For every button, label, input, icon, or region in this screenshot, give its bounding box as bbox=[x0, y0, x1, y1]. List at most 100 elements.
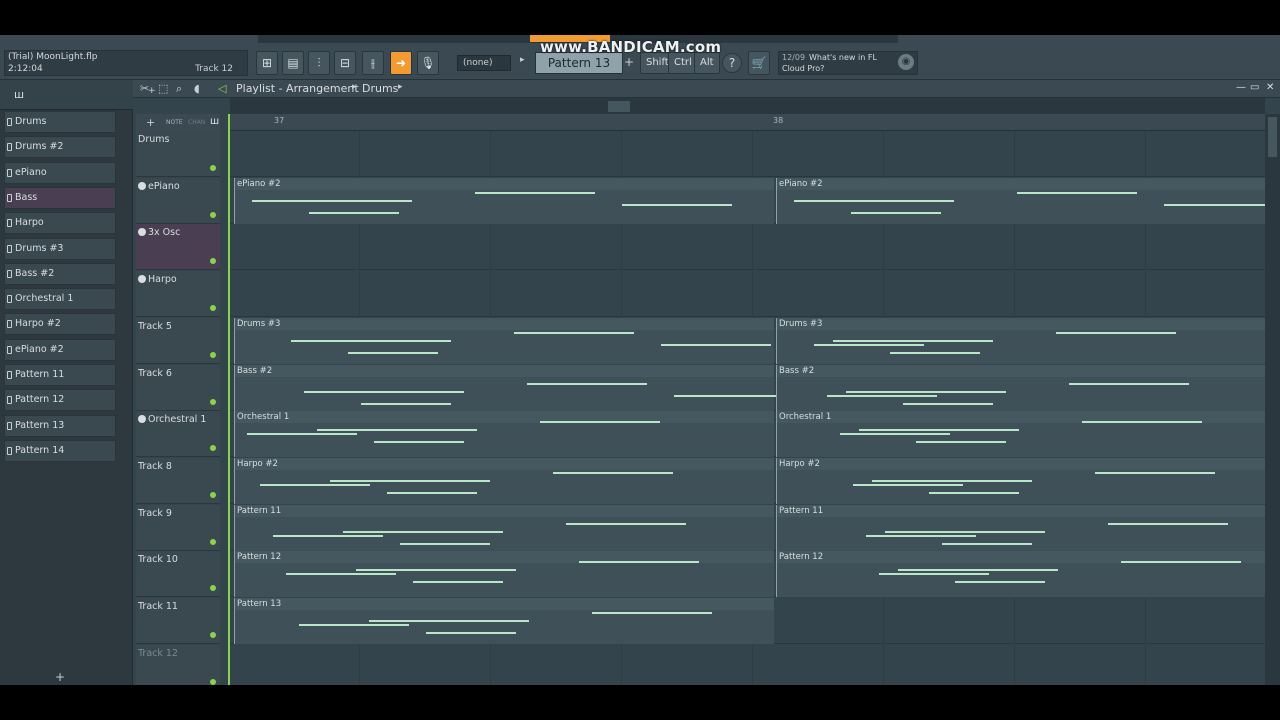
track-lane[interactable]: Pattern 12 Pattern 12 bbox=[228, 551, 1265, 598]
browser-item[interactable]: ePiano #2 bbox=[4, 338, 116, 361]
pattern-clip[interactable]: Harpo #2 bbox=[776, 457, 1265, 504]
track-active-led[interactable] bbox=[210, 211, 216, 218]
vertical-scroll-thumb[interactable] bbox=[1268, 117, 1277, 157]
mixer-button[interactable]: ⊟ bbox=[334, 51, 356, 75]
piano-icon[interactable]: ш bbox=[14, 88, 24, 101]
browser-item[interactable]: Bass #2 bbox=[4, 262, 116, 285]
pattern-none-select[interactable]: (none) bbox=[457, 55, 511, 71]
browser-item[interactable]: Harpo #2 bbox=[4, 313, 116, 336]
globe-icon[interactable]: ◉ bbox=[898, 54, 914, 70]
track-active-led[interactable] bbox=[210, 305, 216, 312]
browser-item[interactable]: Orchestral 1 bbox=[4, 288, 116, 311]
mic-button[interactable]: 🎙 bbox=[417, 51, 439, 75]
browser-item[interactable]: Drums #2 bbox=[4, 136, 116, 159]
track-header[interactable]: Track 12 bbox=[136, 644, 220, 685]
track-header[interactable]: Track 5 bbox=[136, 317, 220, 364]
minimize-icon[interactable]: — bbox=[1236, 82, 1246, 93]
track-header[interactable]: Track 8 bbox=[136, 457, 220, 504]
track-header[interactable]: Harpo bbox=[136, 271, 220, 318]
track-header[interactable]: Track 10 bbox=[136, 551, 220, 598]
zoom-icon[interactable]: ⌕ bbox=[176, 82, 182, 96]
track-active-led[interactable] bbox=[210, 165, 216, 171]
track-header[interactable]: Orchestral 1 bbox=[136, 411, 220, 458]
track-active-led[interactable] bbox=[210, 258, 216, 265]
browser-item[interactable]: Pattern 13 bbox=[4, 414, 116, 437]
pattern-clip[interactable]: ePiano #2 bbox=[776, 177, 1274, 224]
browser-item[interactable]: Pattern 14 bbox=[4, 439, 116, 462]
help-icon[interactable]: ? bbox=[722, 53, 742, 73]
track-active-led[interactable] bbox=[210, 491, 216, 498]
plugin-picker-button[interactable]: ⫲ bbox=[362, 51, 384, 75]
track-lane[interactable] bbox=[228, 644, 1265, 685]
browser-add-button[interactable]: + bbox=[55, 670, 65, 684]
pattern-clip[interactable]: Pattern 13 bbox=[234, 598, 774, 644]
track-lane[interactable]: Bass #2 Bass #2 bbox=[228, 364, 1265, 411]
track-header[interactable]: 3x Osc bbox=[136, 224, 220, 271]
pattern-clip[interactable]: Pattern 12 bbox=[776, 551, 1265, 598]
browser-item[interactable]: Drums #3 bbox=[4, 237, 116, 260]
track-header[interactable]: ePiano bbox=[136, 177, 220, 224]
playlist-button[interactable]: ⊞ bbox=[256, 51, 278, 75]
track-lane[interactable]: Drums #3 Drums #3 bbox=[228, 317, 1265, 364]
track-lane[interactable] bbox=[228, 271, 1265, 318]
track-active-led[interactable] bbox=[210, 632, 216, 638]
track-lane[interactable]: Orchestral 1 Orchestral 1 bbox=[228, 411, 1265, 458]
piano-filter-icon[interactable]: ш bbox=[210, 116, 219, 127]
pattern-clip[interactable]: ePiano #2 bbox=[234, 177, 774, 224]
pattern-clip[interactable]: Drums #3 bbox=[776, 317, 1265, 364]
chan-filter-icon[interactable]: CHAN bbox=[188, 119, 205, 126]
pattern-clip[interactable]: Bass #2 bbox=[776, 364, 1265, 411]
browser-item[interactable]: Harpo bbox=[4, 212, 116, 235]
track-active-led[interactable] bbox=[210, 678, 216, 685]
scroll-thumb[interactable] bbox=[608, 101, 630, 112]
pattern-clip[interactable]: Drums #3 bbox=[234, 317, 774, 364]
pattern-clip[interactable]: Bass #2 bbox=[234, 364, 784, 411]
track-lane[interactable]: Harpo #2 Harpo #2 bbox=[228, 457, 1265, 504]
add-icon[interactable]: + bbox=[146, 116, 155, 129]
track-header[interactable]: Track 9 bbox=[136, 504, 220, 551]
vertical-scrollbar[interactable] bbox=[1265, 114, 1280, 685]
cart-icon[interactable]: 🛒 bbox=[748, 51, 770, 75]
breadcrumb-pattern[interactable]: Drums bbox=[362, 82, 398, 95]
track-lane[interactable]: ePiano #2 ePiano #2 bbox=[228, 177, 1274, 224]
horizontal-scrollbar[interactable] bbox=[230, 98, 1265, 114]
pattern-clip[interactable]: Pattern 11 bbox=[234, 504, 774, 551]
channel-rack-button[interactable]: ⫶ bbox=[308, 51, 330, 75]
clip-note bbox=[361, 402, 451, 405]
browser-item[interactable]: Pattern 12 bbox=[4, 389, 116, 412]
piano-roll-button[interactable]: ▤ bbox=[282, 51, 304, 75]
browser-item[interactable]: Bass bbox=[4, 186, 116, 209]
arrow-button[interactable]: ➜ bbox=[390, 51, 412, 75]
playhead[interactable] bbox=[228, 114, 230, 685]
track-lane[interactable] bbox=[228, 131, 1265, 177]
breadcrumb-arrow-icon[interactable]: ▸ bbox=[398, 82, 403, 92]
track-active-led[interactable] bbox=[210, 398, 216, 405]
browser-item[interactable]: Drums bbox=[4, 111, 116, 133]
track-active-led[interactable] bbox=[210, 585, 216, 592]
pattern-clip[interactable]: Pattern 11 bbox=[776, 504, 1265, 551]
pattern-clip[interactable]: Harpo #2 bbox=[234, 457, 774, 504]
track-header[interactable]: Track 11 bbox=[136, 598, 220, 644]
pattern-prev-icon[interactable]: ▸ bbox=[520, 55, 525, 65]
track-lane[interactable] bbox=[228, 224, 1265, 271]
track-header[interactable]: Drums bbox=[136, 131, 220, 177]
track-lane[interactable]: Pattern 11 Pattern 11 bbox=[228, 504, 1265, 551]
track-active-led[interactable] bbox=[210, 351, 216, 358]
timeline-ruler[interactable]: 37 38 bbox=[228, 114, 1265, 131]
track-active-led[interactable] bbox=[210, 445, 216, 452]
select-icon[interactable]: ⬚ bbox=[158, 82, 168, 95]
add-track-icon[interactable]: + bbox=[148, 86, 156, 96]
browser-item[interactable]: ePiano bbox=[4, 161, 116, 184]
maximize-icon[interactable]: ▭ bbox=[1250, 82, 1259, 93]
speaker-icon[interactable]: ◖ bbox=[194, 82, 200, 95]
note-filter-icon[interactable]: NOTE bbox=[166, 119, 183, 126]
news-panel[interactable]: 12/09 What's new in FL Cloud Pro? bbox=[778, 51, 918, 75]
track-header[interactable]: Track 6 bbox=[136, 364, 220, 411]
track-active-led[interactable] bbox=[210, 538, 216, 545]
browser-item[interactable]: Pattern 11 bbox=[4, 364, 116, 386]
pattern-clip[interactable]: Orchestral 1 bbox=[776, 411, 1265, 458]
close-icon[interactable]: ✕ bbox=[1266, 82, 1274, 93]
track-lane[interactable]: Pattern 13 bbox=[228, 598, 1265, 644]
pattern-clip[interactable]: Orchestral 1 bbox=[234, 411, 774, 458]
pattern-clip[interactable]: Pattern 12 bbox=[234, 551, 774, 598]
